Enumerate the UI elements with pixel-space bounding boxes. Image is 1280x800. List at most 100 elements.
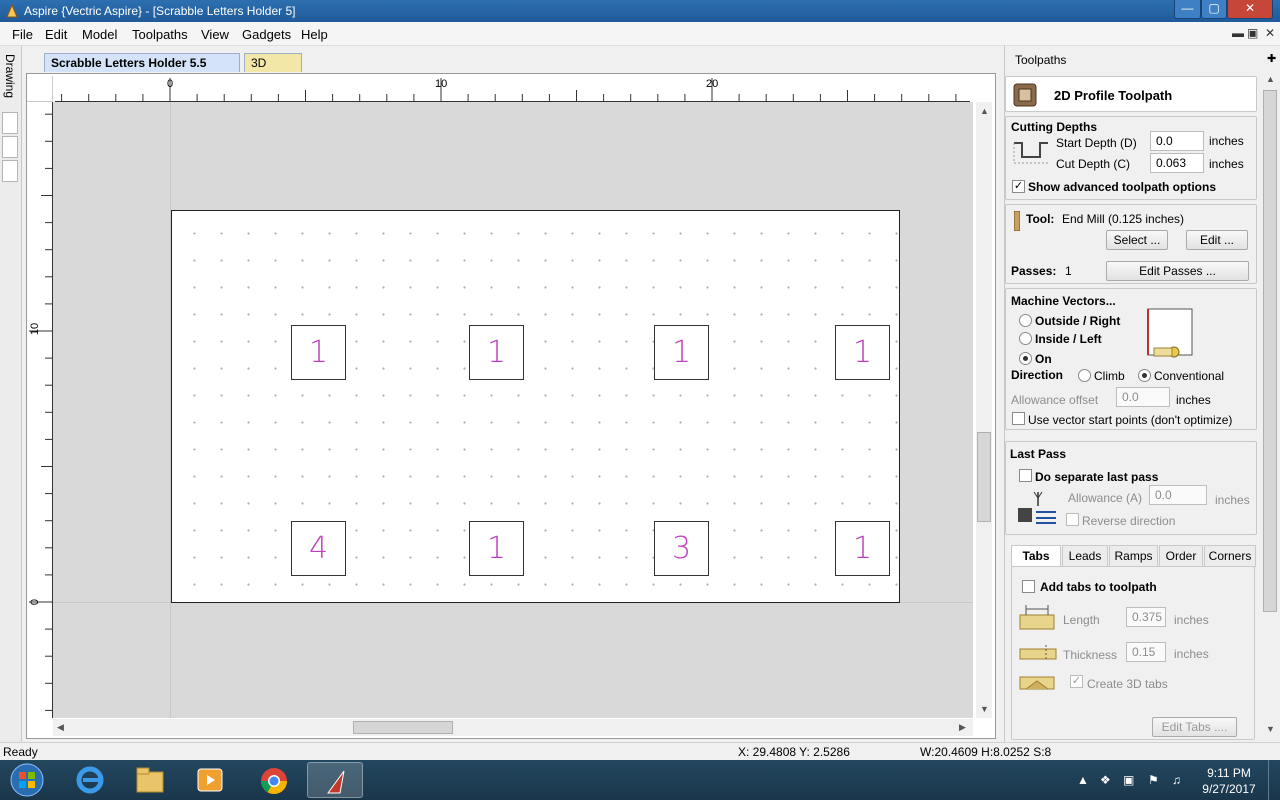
letter-tile[interactable]: 3: [654, 521, 709, 576]
climb-radio[interactable]: [1078, 369, 1091, 382]
menu-view[interactable]: View: [201, 27, 229, 42]
last-pass-allowance-input[interactable]: 0.0: [1149, 485, 1207, 505]
passes-value: 1: [1065, 264, 1072, 278]
last-pass-diagram-icon: [1018, 491, 1056, 524]
scroll-right-arrow-icon[interactable]: ▶: [959, 722, 966, 733]
start-depth-input[interactable]: 0.0: [1150, 131, 1204, 151]
outside-right-radio[interactable]: [1019, 314, 1032, 327]
menu-edit[interactable]: Edit: [45, 27, 67, 42]
cut-depth-input[interactable]: 0.063: [1150, 153, 1204, 173]
tab-thickness-input[interactable]: 0.15: [1126, 642, 1166, 662]
start-depth-label: Start Depth (D): [1056, 136, 1137, 150]
create-3d-tabs-checkbox[interactable]: ✓: [1070, 675, 1083, 688]
advanced-options-checkbox[interactable]: ✓: [1012, 180, 1025, 193]
mdi-restore-icon[interactable]: ▣: [1247, 26, 1258, 40]
clock-time[interactable]: 9:11 PM: [1194, 766, 1264, 780]
windows-start-icon[interactable]: [8, 762, 46, 798]
scroll-left-arrow-icon[interactable]: ◀: [57, 722, 64, 733]
taskbar-media-player[interactable]: [182, 762, 238, 798]
panel-vertical-scrollbar[interactable]: ▲ ▼: [1262, 68, 1278, 738]
tab-length-icon: [1019, 605, 1055, 630]
drawing-side-tab[interactable]: Drawing: [0, 46, 22, 742]
vertical-scroll-thumb[interactable]: [977, 432, 991, 522]
show-hidden-icons-icon[interactable]: ▲: [1077, 773, 1089, 787]
drawing-area[interactable]: 1 1 1 1 4 1 3 1: [53, 102, 973, 718]
tab-order[interactable]: Order: [1159, 545, 1203, 567]
machine-vectors-section: Machine Vectors... Outside / Right Insid…: [1005, 288, 1257, 430]
reverse-direction-checkbox[interactable]: [1066, 513, 1079, 526]
tab-ramps[interactable]: Ramps: [1109, 545, 1158, 567]
side-panel-button-3[interactable]: [2, 160, 18, 182]
tab-drawing-document[interactable]: Scrabble Letters Holder 5.5 inch: [44, 53, 240, 88]
mdi-close-icon[interactable]: ✕: [1265, 26, 1275, 40]
inside-left-radio[interactable]: [1019, 332, 1032, 345]
panel-scroll-up-icon[interactable]: ▲: [1266, 74, 1275, 84]
conventional-radio[interactable]: [1138, 369, 1151, 382]
letter-tile[interactable]: 1: [835, 521, 890, 576]
taskbar-chrome[interactable]: [246, 762, 302, 798]
canvas-vertical-scrollbar[interactable]: ▲ ▼: [976, 102, 992, 718]
menu-file[interactable]: File: [12, 27, 33, 42]
menu-gadgets[interactable]: Gadgets: [242, 27, 291, 42]
add-tabs-checkbox[interactable]: [1022, 580, 1035, 593]
side-panel-button-2[interactable]: [2, 136, 18, 158]
close-button[interactable]: ✕: [1227, 0, 1273, 19]
edit-tabs-button[interactable]: Edit Tabs ....: [1152, 717, 1237, 737]
tile-letter: 1: [486, 335, 507, 370]
status-ready: Ready: [3, 745, 38, 759]
edit-passes-button[interactable]: Edit Passes ...: [1106, 261, 1249, 281]
menu-help[interactable]: Help: [301, 27, 328, 42]
menu-model[interactable]: Model: [82, 27, 117, 42]
tab-3d-view[interactable]: 3D View: [244, 53, 302, 88]
dropbox-icon[interactable]: ❖: [1100, 773, 1111, 787]
clock-date[interactable]: 9/27/2017: [1194, 782, 1264, 796]
status-cursor-coords: X: 29.4808 Y: 2.5286: [738, 745, 850, 759]
pin-icon[interactable]: ✚: [1267, 52, 1276, 65]
action-center-icon[interactable]: ⚑: [1148, 773, 1159, 787]
letter-tile[interactable]: 1: [654, 325, 709, 380]
device-icon[interactable]: ▣: [1123, 773, 1134, 787]
job-material-board[interactable]: 1 1 1 1 4 1 3 1: [171, 210, 900, 603]
select-tool-button[interactable]: Select ...: [1106, 230, 1168, 250]
scroll-up-arrow-icon[interactable]: ▲: [980, 106, 989, 116]
show-desktop-button[interactable]: [1268, 760, 1280, 800]
drawing-tab-label: Drawing: [3, 54, 17, 99]
tool-name: End Mill (0.125 inches): [1062, 212, 1185, 226]
on-radio[interactable]: [1019, 352, 1032, 365]
inside-left-label: Inside / Left: [1035, 332, 1102, 346]
panel-scroll-thumb[interactable]: [1263, 90, 1277, 612]
tab-thickness-unit: inches: [1174, 647, 1209, 661]
menu-toolpaths[interactable]: Toolpaths: [132, 27, 188, 42]
panel-scroll-down-icon[interactable]: ▼: [1266, 724, 1275, 734]
letter-tile[interactable]: 4: [291, 521, 346, 576]
panel-title: Toolpaths: [1015, 53, 1067, 67]
taskbar-ie[interactable]: [62, 762, 118, 798]
vector-start-checkbox[interactable]: [1012, 412, 1025, 425]
ruler-top-label-20: 20: [706, 78, 719, 90]
volume-icon[interactable]: ♫: [1172, 773, 1181, 787]
ruler-left-ticks: [29, 102, 53, 718]
tool-label: Tool:: [1026, 212, 1055, 226]
internet-explorer-icon: [76, 766, 104, 794]
add-tabs-label: Add tabs to toolpath: [1040, 580, 1157, 594]
scroll-down-arrow-icon[interactable]: ▼: [980, 704, 989, 714]
tab-leads[interactable]: Leads: [1062, 545, 1108, 567]
letter-tile[interactable]: 1: [291, 325, 346, 380]
letter-tile[interactable]: 1: [469, 521, 524, 576]
tab-tabs[interactable]: Tabs: [1011, 545, 1061, 567]
side-panel-button-1[interactable]: [2, 112, 18, 134]
mdi-minimize-icon[interactable]: ▬: [1232, 26, 1244, 40]
taskbar-explorer[interactable]: [122, 762, 178, 798]
horizontal-scroll-thumb[interactable]: [353, 721, 453, 734]
tab-corners[interactable]: Corners: [1204, 545, 1256, 567]
separate-last-pass-checkbox[interactable]: [1019, 469, 1032, 482]
edit-tool-button[interactable]: Edit ...: [1186, 230, 1248, 250]
taskbar-aspire[interactable]: [307, 762, 363, 798]
tab-length-input[interactable]: 0.375: [1126, 607, 1166, 627]
maximize-button[interactable]: ▢: [1201, 0, 1227, 19]
canvas-horizontal-scrollbar[interactable]: ◀ ▶: [53, 719, 973, 736]
letter-tile[interactable]: 1: [469, 325, 524, 380]
minimize-button[interactable]: —: [1174, 0, 1201, 19]
letter-tile[interactable]: 1: [835, 325, 890, 380]
allowance-offset-input[interactable]: 0.0: [1116, 387, 1170, 407]
